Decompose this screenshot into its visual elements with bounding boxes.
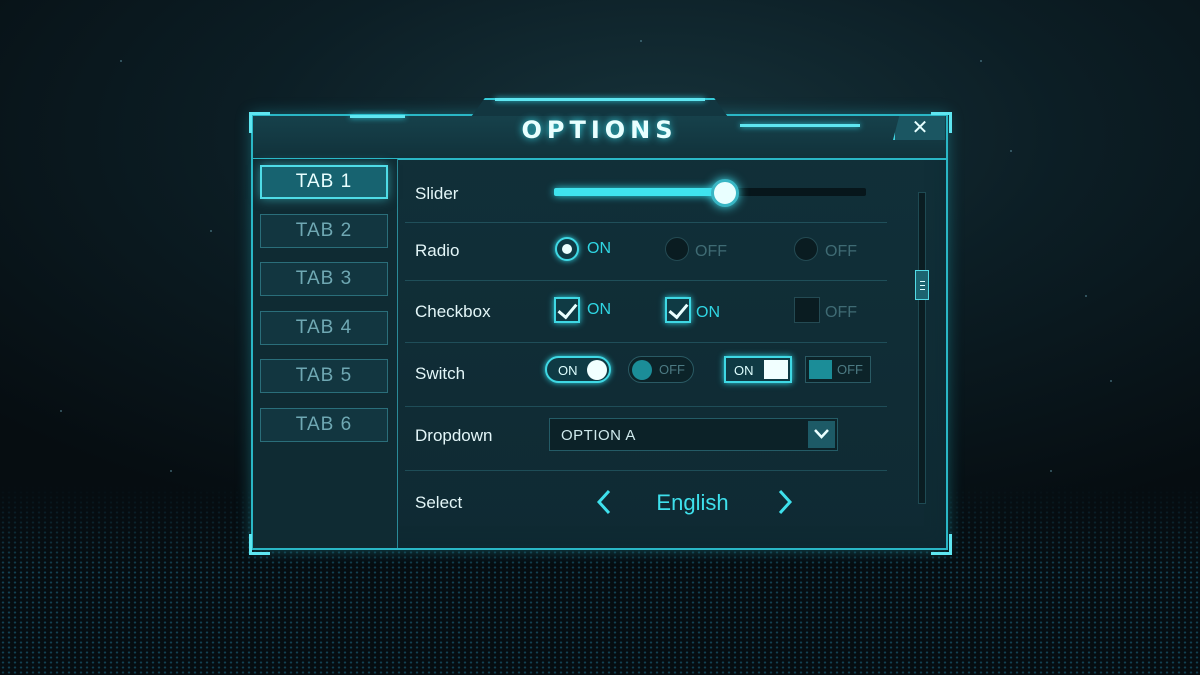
checkbox-2[interactable] bbox=[665, 297, 691, 323]
tab-6[interactable]: TAB 6 bbox=[260, 408, 388, 442]
checkbox-1[interactable] bbox=[554, 297, 580, 323]
switch-state-text: OFF bbox=[659, 362, 685, 377]
switch-state-text: ON bbox=[558, 363, 578, 378]
row-divider bbox=[405, 470, 887, 471]
radio-option-label: OFF bbox=[695, 243, 727, 260]
radio-off-button[interactable] bbox=[665, 237, 689, 261]
select-next-button[interactable] bbox=[775, 488, 795, 516]
radio-on-button[interactable] bbox=[555, 237, 579, 261]
dropdown-label: Dropdown bbox=[415, 426, 493, 445]
chevron-right-icon bbox=[778, 489, 793, 515]
checkbox-option-label: OFF bbox=[825, 304, 857, 321]
switch-state-text: OFF bbox=[837, 362, 863, 377]
slider-label: Slider bbox=[415, 184, 459, 203]
header-decoration bbox=[350, 115, 405, 118]
radio-option-label: ON bbox=[587, 240, 611, 257]
star bbox=[1085, 295, 1087, 297]
star bbox=[1050, 470, 1052, 472]
radio-label: Radio bbox=[415, 241, 460, 260]
switch-box-on[interactable]: ON bbox=[724, 356, 792, 383]
tab-2[interactable]: TAB 2 bbox=[260, 214, 388, 248]
grip-icon bbox=[920, 289, 925, 290]
sidebar: TAB 1 TAB 2 TAB 3 TAB 4 TAB 5 TAB 6 bbox=[253, 159, 398, 548]
frame-corner bbox=[931, 534, 952, 555]
switch-knob bbox=[764, 360, 788, 379]
title-decoration bbox=[495, 98, 705, 101]
chevron-left-icon bbox=[596, 489, 611, 515]
checkbox-option-label: ON bbox=[696, 304, 720, 321]
star bbox=[170, 470, 172, 472]
star bbox=[1010, 150, 1012, 152]
close-icon: ✕ bbox=[911, 117, 929, 139]
star bbox=[120, 60, 122, 62]
row-divider bbox=[405, 406, 887, 407]
star bbox=[980, 60, 982, 62]
star bbox=[60, 410, 62, 412]
switch-knob bbox=[587, 360, 607, 380]
scrollbar-track[interactable] bbox=[918, 192, 926, 504]
switch-box-off[interactable]: OFF bbox=[805, 356, 871, 383]
slider-track[interactable] bbox=[554, 179, 866, 207]
checkbox-option-label: ON bbox=[587, 301, 611, 318]
switch-state-text: ON bbox=[734, 363, 754, 378]
tab-5[interactable]: TAB 5 bbox=[260, 359, 388, 393]
switch-knob bbox=[809, 360, 832, 379]
row-divider bbox=[405, 342, 887, 343]
chevron-down-icon bbox=[814, 429, 829, 439]
radio-off-button[interactable] bbox=[794, 237, 818, 261]
select-label: Select bbox=[415, 493, 463, 512]
star bbox=[210, 230, 212, 232]
dropdown-select[interactable]: OPTION A bbox=[549, 418, 838, 451]
tab-3[interactable]: TAB 3 bbox=[260, 262, 388, 296]
header-decoration bbox=[740, 124, 860, 127]
checkbox-3[interactable] bbox=[794, 297, 820, 323]
row-divider bbox=[405, 222, 887, 223]
grip-icon bbox=[920, 281, 925, 282]
slider-fill bbox=[554, 188, 723, 196]
dropdown-toggle[interactable] bbox=[808, 421, 835, 448]
switch-pill-on[interactable]: ON bbox=[545, 356, 611, 383]
switch-pill-off[interactable]: OFF bbox=[628, 356, 694, 383]
tab-1[interactable]: TAB 1 bbox=[260, 165, 388, 199]
scrollbar-thumb[interactable] bbox=[915, 270, 929, 300]
star bbox=[1110, 380, 1112, 382]
radio-option-label: OFF bbox=[825, 243, 857, 260]
grip-icon bbox=[920, 285, 925, 286]
checkbox-label: Checkbox bbox=[415, 302, 491, 321]
frame-corner bbox=[931, 112, 952, 133]
dropdown-value: OPTION A bbox=[561, 427, 636, 444]
select-prev-button[interactable] bbox=[594, 488, 614, 516]
star bbox=[640, 40, 642, 42]
select-value: English bbox=[656, 490, 729, 515]
row-divider bbox=[405, 280, 887, 281]
frame-corner bbox=[249, 112, 270, 133]
switch-label: Switch bbox=[415, 364, 466, 383]
switch-knob bbox=[632, 360, 652, 380]
tab-4[interactable]: TAB 4 bbox=[260, 311, 388, 345]
page-title: OPTIONS bbox=[521, 116, 678, 144]
